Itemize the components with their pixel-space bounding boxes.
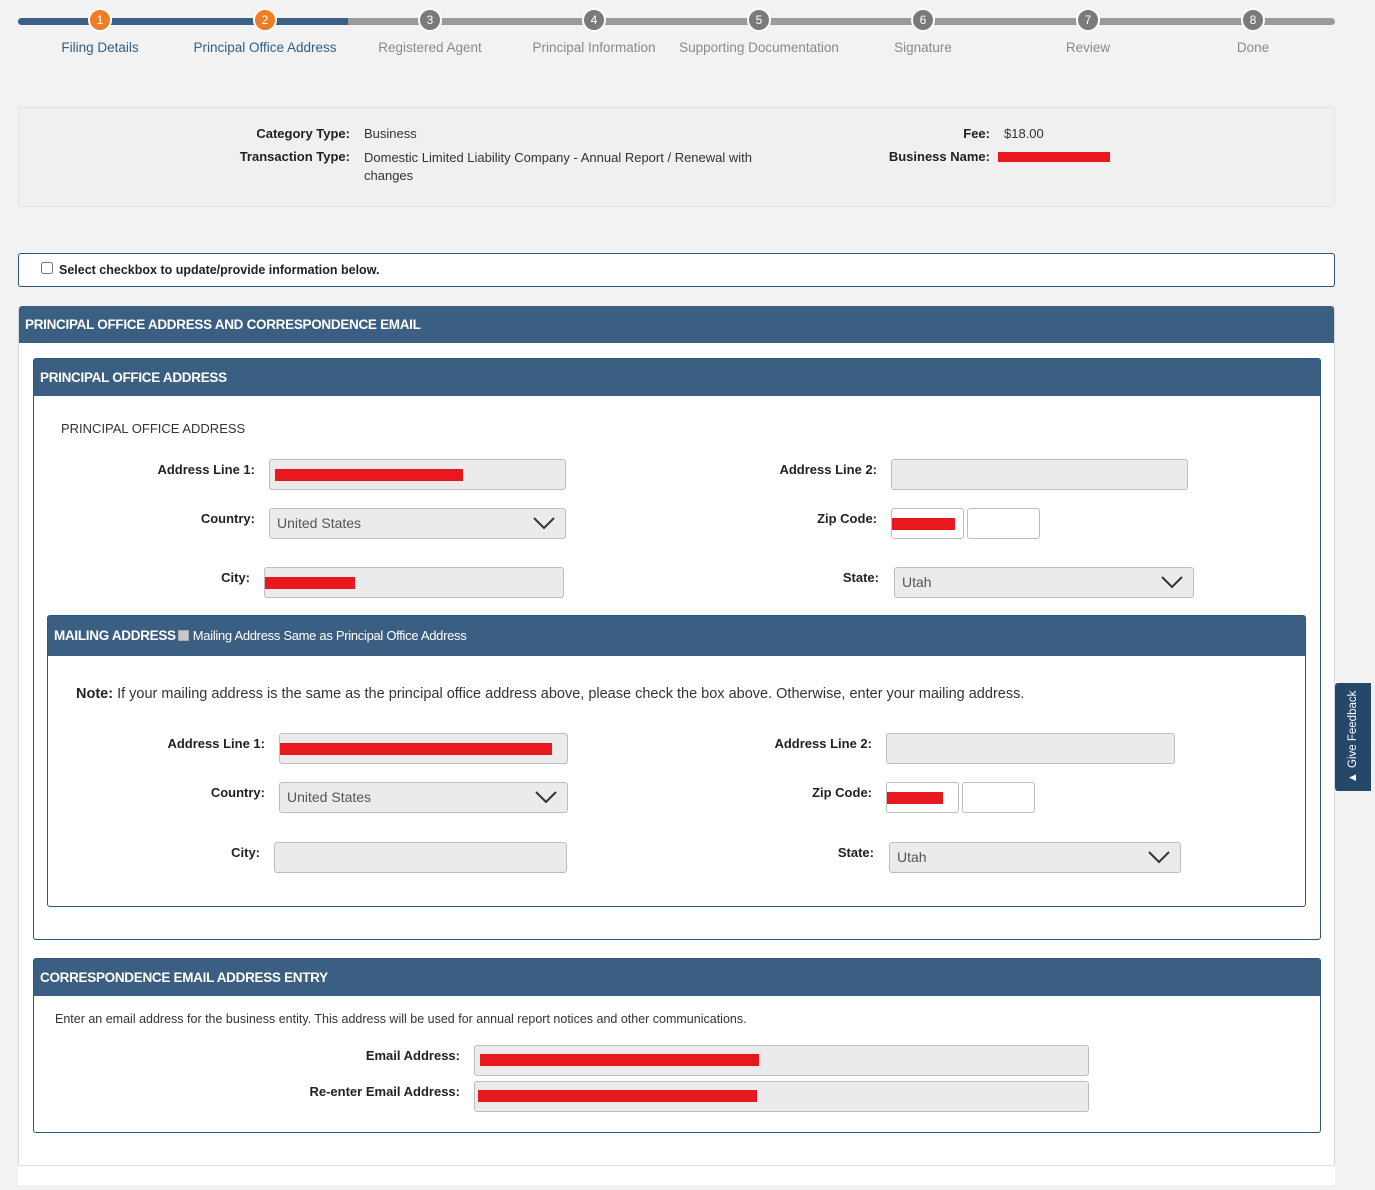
- panel-title: PRINCIPAL OFFICE ADDRESS: [34, 359, 1320, 396]
- panel-title: CORRESPONDENCE EMAIL ADDRESS ENTRY: [34, 959, 1320, 996]
- zip-extension-input[interactable]: [967, 508, 1040, 539]
- redacted-value: [480, 1054, 759, 1066]
- panel-title: PRINCIPAL OFFICE ADDRESS AND CORRESPONDE…: [19, 306, 1334, 343]
- note-text: If your mailing address is the same as t…: [113, 686, 1025, 702]
- mailing-same-checkbox[interactable]: [177, 630, 189, 641]
- mailing-country-select[interactable]: United States: [279, 782, 568, 813]
- address-line1-label: Address Line 1:: [157, 462, 255, 477]
- fee-label: Fee:: [963, 126, 990, 141]
- zip-code-label: Zip Code:: [817, 511, 877, 526]
- step-label: Principal Information: [532, 40, 656, 55]
- step-label: Principal Office Address: [193, 40, 337, 55]
- mailing-state-label: State:: [837, 845, 874, 860]
- panel-title: MAILING ADDRESS: [54, 628, 176, 643]
- email-address-label: Email Address:: [365, 1048, 460, 1063]
- megaphone-icon: ▲: [1347, 771, 1359, 784]
- transaction-type-label: Transaction Type:: [239, 149, 350, 164]
- category-type-label: Category Type:: [256, 126, 350, 141]
- progress-stepper: 1 Filing Details 2 Principal Office Addr…: [18, 8, 1335, 64]
- chevron-down-icon: [533, 517, 555, 530]
- step-number: 4: [582, 8, 606, 32]
- step-label: Done: [1236, 40, 1270, 55]
- email-instructions: Enter an email address for the business …: [55, 1012, 747, 1026]
- step-number: 1: [88, 8, 112, 32]
- reenter-email-input[interactable]: [474, 1081, 1089, 1112]
- step-label: Signature: [894, 40, 952, 55]
- step-number: 7: [1076, 8, 1100, 32]
- principal-office-subtitle: PRINCIPAL OFFICE ADDRESS: [61, 421, 246, 436]
- step-label: Review: [1065, 40, 1111, 55]
- step-number: 8: [1241, 8, 1265, 32]
- address-line1-input[interactable]: [269, 459, 566, 490]
- mailing-zip-code-input[interactable]: [886, 782, 959, 813]
- redacted-value: [887, 792, 943, 804]
- step-principal-information: 4 Principal Information: [509, 8, 679, 55]
- redacted-value: [478, 1090, 757, 1102]
- mailing-address-line1-label: Address Line 1:: [167, 736, 265, 751]
- category-type-value: Business: [364, 126, 417, 141]
- step-number: 6: [911, 8, 935, 32]
- redacted-value: [275, 469, 463, 481]
- update-info-bar: Select checkbox to update/provide inform…: [18, 253, 1335, 287]
- step-filing-details[interactable]: 1 Filing Details: [15, 8, 185, 55]
- state-value: Utah: [902, 574, 932, 590]
- feedback-label: Give Feedback: [1347, 690, 1359, 768]
- step-done: 8 Done: [1168, 8, 1338, 55]
- mailing-panel-header: MAILING ADDRESS Mailing Address Same as P…: [48, 616, 1305, 656]
- redacted-value: [892, 518, 955, 530]
- city-input[interactable]: [264, 567, 564, 598]
- reenter-email-label: Re-enter Email Address:: [309, 1084, 460, 1099]
- mailing-city-label: City:: [231, 845, 260, 860]
- state-select[interactable]: Utah: [894, 567, 1194, 598]
- mailing-address-line1-input[interactable]: [279, 733, 568, 764]
- chevron-down-icon: [535, 791, 557, 804]
- step-label: Supporting Documentation: [679, 40, 839, 55]
- state-label: State:: [842, 570, 879, 585]
- mailing-note: Note: If your mailing address is the sam…: [76, 686, 1024, 702]
- update-info-label: Select checkbox to update/provide inform…: [59, 263, 380, 277]
- page-bottom-edge: [18, 1165, 1335, 1185]
- step-number: 3: [418, 8, 442, 32]
- zip-code-input[interactable]: [891, 508, 964, 539]
- mailing-same-label: Mailing Address Same as Principal Office…: [192, 628, 467, 643]
- step-signature: 6 Signature: [838, 8, 1008, 55]
- step-principal-office-address[interactable]: 2 Principal Office Address: [180, 8, 350, 55]
- country-value: United States: [277, 515, 362, 531]
- chevron-down-icon: [1148, 851, 1170, 864]
- step-registered-agent: 3 Registered Agent: [345, 8, 515, 55]
- email-address-input[interactable]: [474, 1045, 1089, 1076]
- update-info-checkbox[interactable]: [41, 262, 53, 274]
- step-supporting-documentation: 5 Supporting Documentation: [674, 8, 844, 55]
- step-label: Registered Agent: [378, 40, 482, 55]
- mailing-country-value: United States: [287, 789, 372, 805]
- country-select[interactable]: United States: [269, 508, 566, 539]
- mailing-country-label: Country:: [210, 785, 265, 800]
- business-name-redacted: [998, 152, 1110, 162]
- mailing-city-input[interactable]: [274, 842, 567, 873]
- step-label: Filing Details: [61, 40, 139, 55]
- transaction-type-value: Domestic Limited Liability Company - Ann…: [364, 150, 753, 183]
- mailing-zip-code-label: Zip Code:: [812, 785, 872, 800]
- filing-summary: Category Type: Business Transaction Type…: [18, 107, 1335, 207]
- mailing-state-select[interactable]: Utah: [889, 842, 1181, 873]
- business-name-label: Business Name:: [888, 149, 990, 164]
- address-line2-label: Address Line 2:: [779, 462, 877, 477]
- mailing-state-value: Utah: [897, 849, 927, 865]
- step-number: 5: [747, 8, 771, 32]
- mailing-address-line2-input[interactable]: [886, 733, 1175, 764]
- mailing-zip-extension-input[interactable]: [962, 782, 1035, 813]
- country-label: Country:: [200, 511, 255, 526]
- redacted-value: [265, 577, 355, 589]
- city-label: City:: [221, 570, 250, 585]
- fee-value: $18.00: [1004, 126, 1044, 141]
- feedback-label-wrap: ▲ Give Feedback: [1347, 691, 1359, 784]
- mailing-address-line2-label: Address Line 2:: [774, 736, 872, 751]
- step-review: 7 Review: [1003, 8, 1173, 55]
- address-line2-input[interactable]: [891, 459, 1188, 490]
- chevron-down-icon: [1161, 576, 1183, 589]
- redacted-value: [280, 743, 552, 755]
- step-number: 2: [253, 8, 277, 32]
- note-label: Note:: [76, 686, 114, 702]
- give-feedback-tab[interactable]: ▲ Give Feedback: [1335, 683, 1371, 791]
